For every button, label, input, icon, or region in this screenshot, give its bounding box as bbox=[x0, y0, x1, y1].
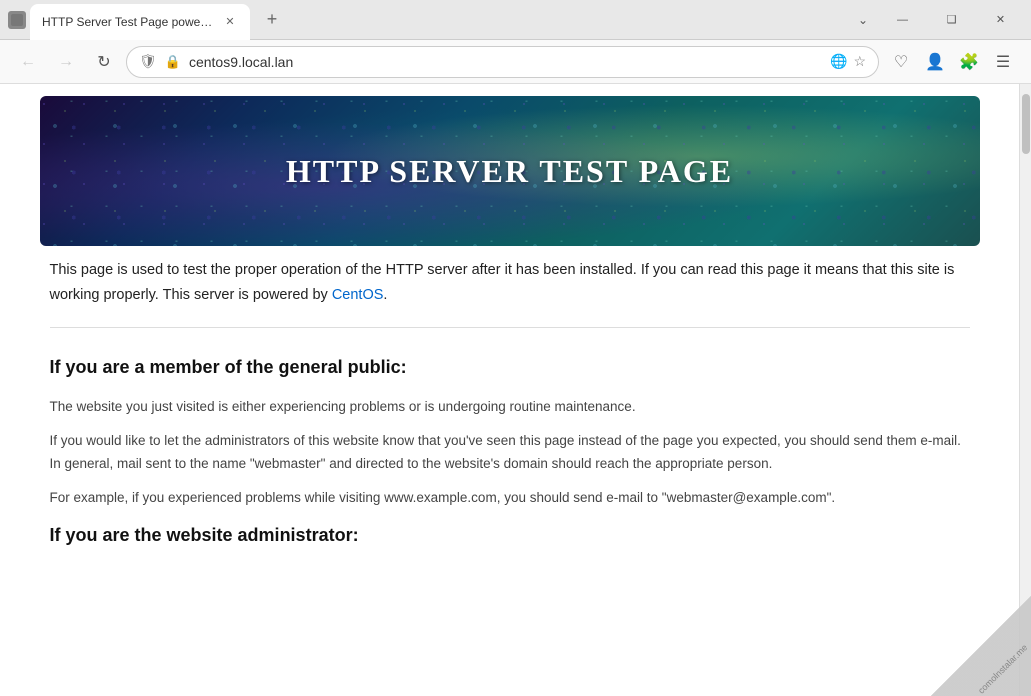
section1-heading: If you are a member of the general publi… bbox=[50, 353, 970, 382]
intro-text-before: This page is used to test the proper ope… bbox=[50, 262, 955, 303]
address-bar[interactable]: 🛡 🔒 centos9.local.lan 🌐 ☆ bbox=[126, 46, 879, 78]
new-tab-button[interactable]: + bbox=[258, 6, 286, 34]
refresh-button[interactable]: ↻ bbox=[88, 46, 120, 78]
section1-para3: For example, if you experienced problems… bbox=[50, 487, 970, 509]
intro-paragraph: This page is used to test the proper ope… bbox=[50, 258, 970, 307]
shield-icon: 🛡 bbox=[139, 53, 157, 70]
section1-para1: The website you just visited is either e… bbox=[50, 396, 970, 418]
body-content: This page is used to test the proper ope… bbox=[40, 258, 980, 584]
lock-icon: 🔒 bbox=[165, 54, 181, 70]
section1-para2: If you would like to let the administrat… bbox=[50, 430, 970, 475]
tab-title-text: HTTP Server Test Page powered by bbox=[42, 15, 216, 29]
hero-title: HTTP SERVER TEST PAGE bbox=[286, 153, 733, 190]
url-text: centos9.local.lan bbox=[189, 54, 822, 70]
centos-link[interactable]: CentOS bbox=[332, 287, 384, 303]
hero-banner: HTTP SERVER TEST PAGE bbox=[40, 96, 980, 246]
restore-button[interactable]: ❑ bbox=[929, 4, 974, 36]
minimize-button[interactable]: — bbox=[880, 4, 925, 36]
intro-text-after: . bbox=[383, 287, 387, 303]
tab-close-button[interactable]: ✕ bbox=[222, 14, 238, 30]
title-bar: HTTP Server Test Page powered by ✕ + ⌄ —… bbox=[0, 0, 1031, 40]
back-button[interactable]: ← bbox=[12, 46, 44, 78]
navigation-bar: ← → ↻ 🛡 🔒 centos9.local.lan 🌐 ☆ ♡ 👤 🧩 ☰ bbox=[0, 40, 1031, 84]
pocket-icon[interactable]: ♡ bbox=[885, 46, 917, 78]
extensions-icon[interactable]: 🧩 bbox=[953, 46, 985, 78]
browser-window: HTTP Server Test Page powered by ✕ + ⌄ —… bbox=[0, 0, 1031, 696]
section-divider bbox=[50, 327, 970, 328]
scrollbar-thumb[interactable] bbox=[1022, 94, 1030, 154]
watermark: comolnstalar.me bbox=[931, 596, 1031, 696]
translate-icon[interactable]: 🌐 bbox=[830, 53, 847, 70]
section2-heading: If you are the website administrator: bbox=[50, 521, 970, 550]
close-button[interactable]: ✕ bbox=[978, 4, 1023, 36]
tab-chevron-icon[interactable]: ⌄ bbox=[850, 9, 876, 31]
address-icons: 🌐 ☆ bbox=[830, 53, 866, 70]
star-icon[interactable]: ☆ bbox=[853, 53, 866, 70]
menu-button[interactable]: ☰ bbox=[987, 46, 1019, 78]
account-icon[interactable]: 👤 bbox=[919, 46, 951, 78]
watermark-text: comolnstalar.me bbox=[977, 642, 1030, 695]
content-area: HTTP SERVER TEST PAGE This page is used … bbox=[0, 84, 1031, 696]
tab-favicon bbox=[8, 11, 26, 29]
active-tab[interactable]: HTTP Server Test Page powered by ✕ bbox=[30, 4, 250, 40]
page-content: HTTP SERVER TEST PAGE This page is used … bbox=[0, 84, 1019, 696]
nav-right-icons: ♡ 👤 🧩 ☰ bbox=[885, 46, 1019, 78]
forward-button[interactable]: → bbox=[50, 46, 82, 78]
